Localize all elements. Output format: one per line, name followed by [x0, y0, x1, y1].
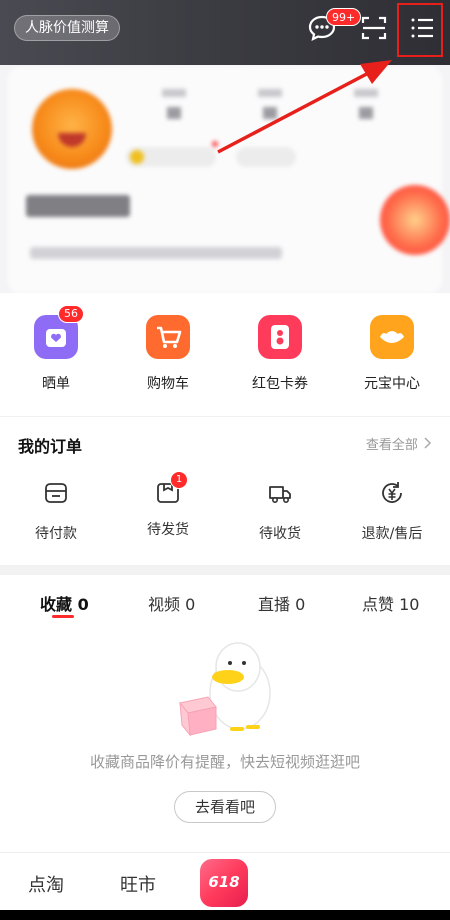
duck-mascot-illustration [179, 642, 271, 737]
username-blurred [26, 195, 130, 217]
bottom-item-diantao[interactable]: 点淘 [28, 871, 64, 897]
quick-action-yuanbao[interactable]: 元宝中心 [336, 315, 448, 393]
tab-live[interactable]: 直播 0 [258, 591, 305, 615]
tab-likes[interactable]: 点赞 10 [362, 591, 419, 615]
quick-action-cart[interactable]: 购物车 [112, 315, 224, 393]
tab-label: 直播 [258, 595, 291, 614]
cart-icon [146, 315, 190, 359]
tab-label: 点赞 [362, 595, 395, 614]
message-badge: 99+ [326, 8, 362, 26]
wallet-icon [45, 483, 67, 503]
orders-title: 我的订单 [18, 437, 83, 456]
description-blurred [30, 247, 282, 259]
refund-yen-icon [382, 482, 402, 503]
empty-state: 收藏商品降价有提醒，快去短视频逛逛吧 去看看吧 [0, 625, 450, 853]
view-all-label: 查看全部 [365, 438, 418, 453]
package-icon-wrap: 1 [154, 471, 188, 507]
tab-count: 0 [77, 595, 89, 614]
order-pending-shipment[interactable]: 1 待发货 [112, 471, 224, 539]
share-order-badge: 56 [58, 305, 84, 323]
tab-count: 10 [399, 595, 420, 614]
tab-count: 0 [185, 595, 196, 614]
system-nav-bar [0, 910, 450, 920]
heart-bag-icon: 56 [34, 305, 84, 359]
red-dot [212, 141, 218, 147]
network-value-button[interactable]: 人脉价值测算 [14, 15, 120, 41]
view-all-orders-link[interactable]: 查看全部 [366, 434, 432, 453]
highlight-box [397, 3, 443, 57]
gold-ingot-icon [370, 315, 414, 359]
618-badge-text: 618 [208, 873, 240, 891]
red-envelope-icon [258, 315, 302, 359]
order-refund-aftersale[interactable]: 退款/售后 [336, 479, 448, 543]
order-label: 退款/售后 [361, 526, 423, 542]
bottom-bar: 点淘 旺市 618 [0, 852, 450, 910]
truck-icon [269, 486, 291, 503]
chevron-right-icon [424, 437, 432, 449]
quick-action-label: 购物车 [147, 376, 189, 392]
top-bar: 人脉价值测算 99+ [0, 0, 450, 65]
tab-favorites[interactable]: 收藏 0 [40, 591, 89, 615]
collection-tabs: 收藏 0 视频 0 直播 0 点赞 10 [0, 575, 450, 625]
pending-shipment-badge: 1 [170, 471, 188, 489]
quick-action-label: 红包卡券 [252, 376, 308, 392]
tab-label: 视频 [148, 595, 181, 614]
quick-action-coupons[interactable]: 红包卡券 [224, 315, 336, 393]
avatar[interactable] [32, 89, 112, 169]
stat-blurred [154, 89, 194, 119]
order-label: 待发货 [147, 522, 189, 538]
quick-action-label: 元宝中心 [364, 376, 420, 392]
profile-card-blurred [8, 67, 450, 293]
scan-icon[interactable] [358, 12, 390, 44]
order-label: 待收货 [259, 526, 301, 542]
orders-section: 我的订单 查看全部 待付款 1 待发货 待收货 退款/售后 [0, 417, 450, 565]
quick-actions: 56 晒单 购物车 红包卡券 元宝中心 [0, 293, 450, 416]
618-promo-badge[interactable]: 618 [200, 859, 248, 907]
tab-videos[interactable]: 视频 0 [148, 591, 195, 615]
empty-state-message: 收藏商品降价有提醒，快去短视频逛逛吧 [89, 753, 360, 771]
order-label: 待付款 [35, 526, 77, 542]
stat-blurred [346, 89, 386, 119]
quick-action-label: 晒单 [42, 376, 70, 392]
go-browse-button[interactable]: 去看看吧 [174, 791, 276, 823]
tab-count: 0 [295, 595, 306, 614]
bottom-item-wangshi[interactable]: 旺市 [120, 871, 156, 897]
member-chip-blurred [126, 147, 216, 167]
stat-blurred [250, 89, 290, 119]
tab-label: 收藏 [40, 595, 73, 614]
order-pending-receipt[interactable]: 待收货 [224, 479, 336, 543]
active-tab-indicator [52, 615, 74, 618]
quick-action-share-order[interactable]: 56 晒单 [0, 305, 112, 393]
profile-section [0, 65, 450, 293]
chip-blurred [236, 147, 296, 167]
section-gap [0, 565, 450, 575]
order-pending-payment[interactable]: 待付款 [0, 479, 112, 543]
gift-icon[interactable] [380, 185, 450, 255]
